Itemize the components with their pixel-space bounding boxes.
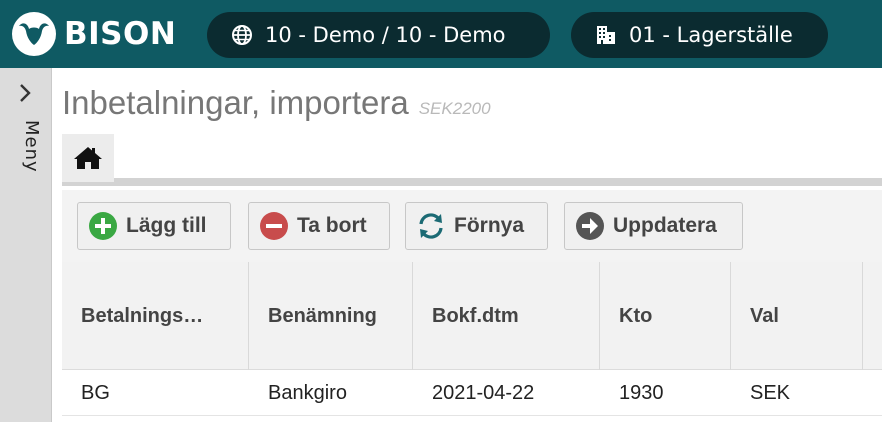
column-header-booking-date[interactable]: Bokf.dtm <box>413 262 600 370</box>
cell-booking-date: 2021-04-22 <box>432 381 535 404</box>
column-header-description[interactable]: Benämning <box>249 262 413 370</box>
globe-icon <box>232 25 252 45</box>
refresh-button[interactable]: Förnya <box>405 202 548 250</box>
cell-account: 1930 <box>619 381 664 404</box>
column-header-account[interactable]: Kto <box>600 262 731 370</box>
chevron-right-icon <box>20 84 31 102</box>
payments-grid: Betalnings… Benämning Bokf.dtm Kto Val B… <box>62 262 882 422</box>
building-icon <box>597 26 615 44</box>
delete-button[interactable]: Ta bort <box>248 202 390 250</box>
sidebar-menu[interactable]: Meny <box>0 68 52 422</box>
column-header-currency[interactable]: Val <box>731 262 863 370</box>
column-header-extra[interactable] <box>863 262 882 370</box>
bison-logo-icon <box>12 12 56 56</box>
plus-circle-icon <box>89 212 117 240</box>
update-button-label: Uppdatera <box>613 214 717 237</box>
company-selector[interactable]: 10 - Demo / 10 - Demo <box>207 12 550 58</box>
update-button[interactable]: Uppdatera <box>564 202 743 250</box>
home-icon <box>74 147 102 169</box>
add-button-label: Lägg till <box>126 214 207 237</box>
add-button[interactable]: Lägg till <box>77 202 231 250</box>
tab-strip <box>62 134 882 190</box>
cell-payment-type: BG <box>81 381 110 404</box>
refresh-icon <box>419 213 443 239</box>
brand-logo[interactable]: BISON <box>10 10 176 58</box>
minus-circle-icon <box>260 212 288 240</box>
grid-header: Betalnings… Benämning Bokf.dtm Kto Val <box>62 262 882 370</box>
brand-name: BISON <box>64 16 177 52</box>
company-label: 10 - Demo / 10 - Demo <box>265 23 506 47</box>
page-code: SEK2200 <box>418 99 491 118</box>
tab-divider <box>62 178 882 186</box>
cell-currency: SEK <box>750 381 791 404</box>
top-bar: BISON 10 - Demo / 10 - Demo 01 - Lagerst… <box>0 0 882 68</box>
arrow-right-circle-icon <box>576 212 604 240</box>
warehouse-label: 01 - Lagerställe <box>629 23 793 47</box>
toolbar: Lägg till Ta bort Förnya Uppdatera <box>62 190 882 262</box>
page-heading: Inbetalningar, importera SEK2200 <box>62 84 491 122</box>
column-header-payment-type[interactable]: Betalnings… <box>62 262 249 370</box>
menu-label: Meny <box>21 120 42 173</box>
page-title: Inbetalningar, importera <box>62 84 409 121</box>
cell-description: Bankgiro <box>268 381 347 404</box>
refresh-button-label: Förnya <box>454 214 525 237</box>
table-row[interactable]: BG Bankgiro 2021-04-22 1930 SEK <box>62 370 882 416</box>
warehouse-selector[interactable]: 01 - Lagerställe <box>571 12 828 58</box>
delete-button-label: Ta bort <box>297 214 367 237</box>
tab-home[interactable] <box>62 134 114 182</box>
